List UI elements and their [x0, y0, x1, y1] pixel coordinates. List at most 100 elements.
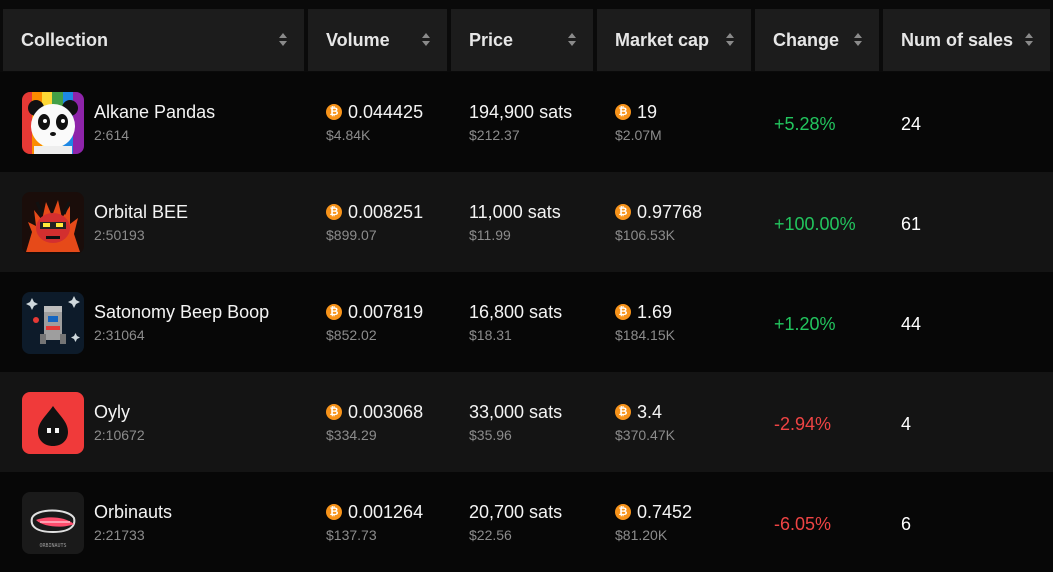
mcap-value: 1.69: [615, 302, 672, 323]
table-row[interactable]: Alkane Pandas 2:614 0.044425 $4.84K 194,…: [0, 72, 1053, 172]
price-usd: $212.37: [469, 127, 520, 143]
bitcoin-icon: [615, 204, 631, 220]
panda-icon: [22, 92, 84, 154]
thumb-caption: ORBINAUTS: [39, 543, 66, 549]
table-row[interactable]: ORBINAUTS Orbinauts 2:21733 0.001264 $13…: [0, 472, 1053, 572]
table-header: Collection Volume Price Market cap Chang…: [0, 0, 1053, 72]
bitcoin-icon: [326, 104, 342, 120]
bitcoin-icon: [326, 504, 342, 520]
col-label: Num of sales: [901, 29, 1014, 50]
price-value: 11,000 sats: [469, 202, 561, 222]
volume-amount: 0.007819: [348, 302, 424, 322]
sort-icon: [278, 32, 288, 48]
mcap-usd: $2.07M: [615, 127, 662, 143]
change-value: +100.00%: [774, 214, 856, 234]
mcap-amount: 0.97768: [637, 202, 703, 222]
sales-value: 6: [901, 514, 912, 534]
mcap-usd: $106.53K: [615, 227, 675, 243]
bitcoin-icon: [326, 404, 342, 420]
mcap-value: 0.7452: [615, 502, 692, 523]
volume-value: 0.003068: [326, 402, 423, 423]
bitcoin-icon: [615, 504, 631, 520]
price-value: 20,700 sats: [469, 502, 563, 522]
collection-name[interactable]: Oyly: [94, 402, 130, 423]
volume-usd: $852.02: [326, 327, 377, 343]
volume-usd: $334.29: [326, 427, 377, 443]
bitcoin-icon: [615, 104, 631, 120]
mcap-amount: 19: [637, 102, 658, 122]
table-row[interactable]: Oyly 2:10672 0.003068 $334.29 33,000 sat…: [0, 372, 1053, 472]
volume-value: 0.008251: [326, 202, 423, 223]
col-label: Collection: [21, 29, 109, 50]
col-market-cap[interactable]: Market cap: [597, 9, 751, 71]
bee-icon: [22, 192, 84, 254]
collection-id: 2:21733: [94, 527, 145, 543]
mcap-amount: 0.7452: [637, 502, 693, 522]
change-value: -2.94%: [774, 414, 832, 434]
volume-value: 0.001264: [326, 502, 423, 523]
volume-amount: 0.003068: [348, 402, 424, 422]
sales-value: 4: [901, 414, 912, 434]
sales-value: 61: [901, 214, 922, 234]
volume-amount: 0.001264: [348, 502, 424, 522]
visor-icon: ORBINAUTS: [22, 492, 84, 554]
bitcoin-icon: [326, 204, 342, 220]
volume-amount: 0.044425: [348, 102, 424, 122]
volume-usd: $137.73: [326, 527, 377, 543]
sort-icon: [567, 32, 577, 48]
volume-amount: 0.008251: [348, 202, 424, 222]
collection-name[interactable]: Orbital BEE: [94, 202, 188, 223]
sort-icon: [1024, 32, 1034, 48]
volume-value: 0.044425: [326, 102, 423, 123]
collection-name[interactable]: Alkane Pandas: [94, 102, 215, 123]
collection-name[interactable]: Satonomy Beep Boop: [94, 302, 269, 323]
col-label: Volume: [326, 29, 390, 50]
col-label: Change: [773, 29, 840, 50]
price-value: 194,900 sats: [469, 102, 573, 122]
mcap-usd: $370.47K: [615, 427, 675, 443]
mcap-amount: 3.4: [637, 402, 663, 422]
col-collection[interactable]: Collection: [3, 9, 304, 71]
price-value: 16,800 sats: [469, 302, 563, 322]
volume-usd: $899.07: [326, 227, 377, 243]
col-label: Market cap: [615, 29, 710, 50]
mcap-value: 19: [615, 102, 657, 123]
volume-value: 0.007819: [326, 302, 423, 323]
sort-icon: [853, 32, 863, 48]
sales-value: 24: [901, 114, 922, 134]
collection-name[interactable]: Orbinauts: [94, 502, 172, 523]
change-value: -6.05%: [774, 514, 832, 534]
collection-id: 2:10672: [94, 427, 145, 443]
mcap-usd: $184.15K: [615, 327, 675, 343]
col-label: Price: [469, 29, 514, 50]
collection-id: 2:50193: [94, 227, 145, 243]
sort-icon: [421, 32, 431, 48]
bitcoin-icon: [615, 404, 631, 420]
mcap-amount: 1.69: [637, 302, 673, 322]
mcap-usd: $81.20K: [615, 527, 668, 543]
price-usd: $35.96: [469, 427, 512, 443]
sort-icon: [725, 32, 735, 48]
sales-value: 44: [901, 314, 922, 334]
price-value: 33,000 sats: [469, 402, 563, 422]
change-value: +5.28%: [774, 114, 836, 134]
table-row[interactable]: Satonomy Beep Boop 2:31064 0.007819 $852…: [0, 272, 1053, 372]
bitcoin-icon: [615, 304, 631, 320]
volume-usd: $4.84K: [326, 127, 371, 143]
mcap-value: 0.97768: [615, 202, 702, 223]
col-num-sales[interactable]: Num of sales: [883, 9, 1050, 71]
price-usd: $22.56: [469, 527, 512, 543]
robot-icon: [22, 292, 84, 354]
price-usd: $11.99: [469, 227, 511, 243]
col-volume[interactable]: Volume: [308, 9, 447, 71]
table-row[interactable]: Orbital BEE 2:50193 0.008251 $899.07 11,…: [0, 172, 1053, 272]
change-value: +1.20%: [774, 314, 836, 334]
price-usd: $18.31: [469, 327, 512, 343]
collection-id: 2:31064: [94, 327, 145, 343]
bitcoin-icon: [326, 304, 342, 320]
mcap-value: 3.4: [615, 402, 662, 423]
col-price[interactable]: Price: [451, 9, 593, 71]
oil-drop-icon: [22, 392, 84, 454]
collection-id: 2:614: [94, 127, 130, 143]
col-change[interactable]: Change: [755, 9, 879, 71]
